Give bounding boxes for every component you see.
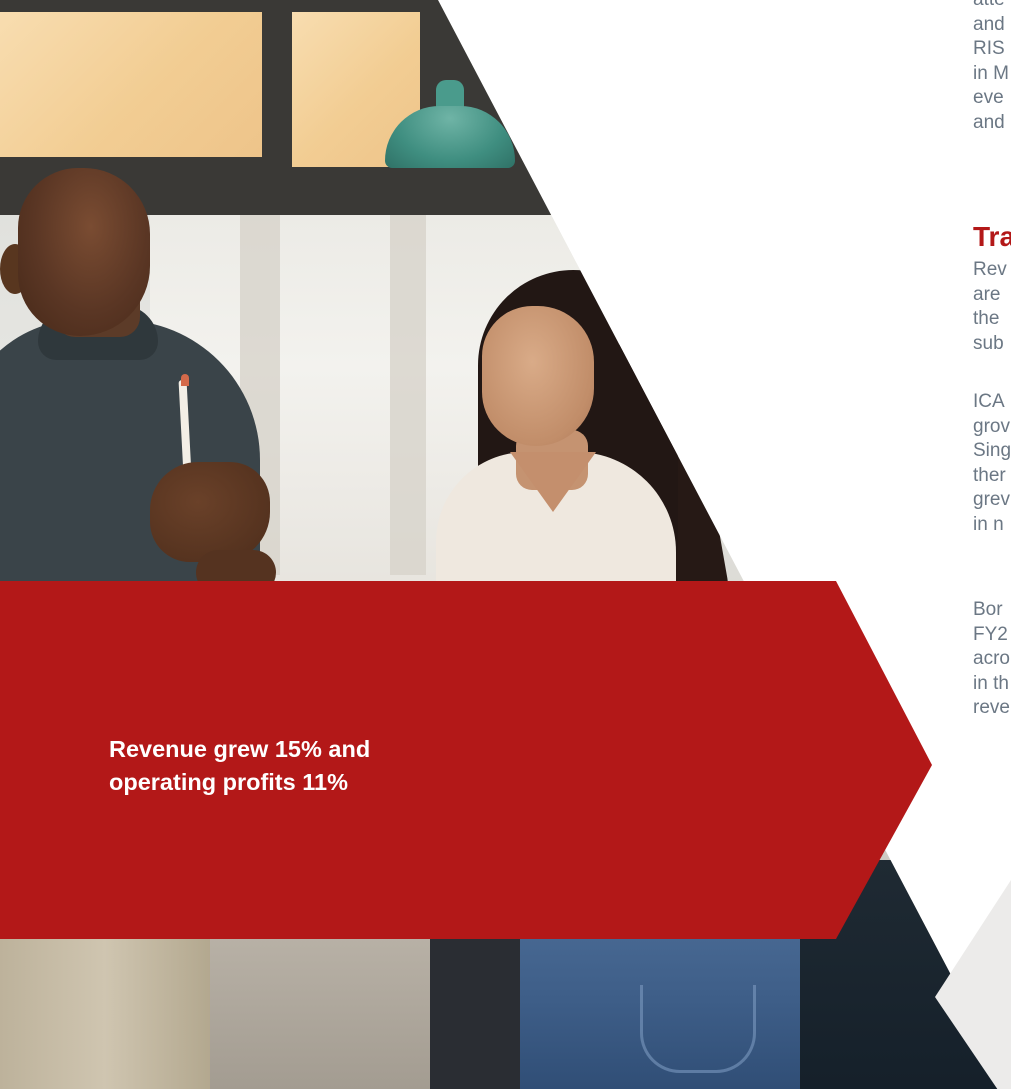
highlight-line: Revenue grew 15% and	[109, 736, 371, 762]
section-heading: Tra	[973, 221, 1011, 252]
text-line: reve	[973, 697, 1010, 718]
highlight-text: Revenue grew 15% and operating profits 1…	[109, 733, 529, 799]
intro-paragraph: atte and RIS in M eve and	[973, 0, 1009, 135]
text-line: grev	[973, 489, 1010, 510]
text-line: are	[973, 283, 1001, 305]
text-line: sub	[973, 332, 1004, 354]
background-column	[390, 215, 426, 575]
text-line: grov	[973, 415, 1010, 437]
woman-face	[482, 306, 594, 446]
text-line: and	[973, 13, 1005, 35]
khaki-trousers	[0, 930, 210, 1089]
text-line: in n	[973, 513, 1004, 535]
window-pane	[0, 12, 262, 157]
body-paragraph: Bor FY2 acro in th reve	[973, 598, 1010, 721]
pencil-tip	[181, 374, 189, 386]
report-page: Revenue grew 15% and operating profits 1…	[0, 0, 1011, 1089]
text-line: Bor	[973, 599, 1003, 620]
text-line: in M	[973, 62, 1009, 84]
text-line: acro	[973, 648, 1010, 669]
text-line: Rev	[973, 259, 1007, 280]
text-line: ther	[973, 464, 1006, 486]
man-head	[18, 168, 150, 336]
text-line: and	[973, 111, 1005, 133]
text-line: FY2	[973, 623, 1008, 645]
text-line: in th	[973, 672, 1009, 694]
text-line: eve	[973, 87, 1004, 108]
highlight-line: operating profits 11%	[109, 769, 348, 795]
text-line: Sing	[973, 440, 1011, 461]
text-line: RIS	[973, 38, 1005, 59]
body-paragraph: ICA grov Sing ther grev in n	[973, 390, 1011, 537]
jeans-pocket	[640, 985, 756, 1073]
text-line: ICA	[973, 391, 1005, 412]
text-line: atte	[973, 0, 1009, 13]
man-hand	[150, 462, 270, 562]
body-paragraph: Rev are the sub	[973, 258, 1007, 356]
text-line: the	[973, 308, 1000, 329]
